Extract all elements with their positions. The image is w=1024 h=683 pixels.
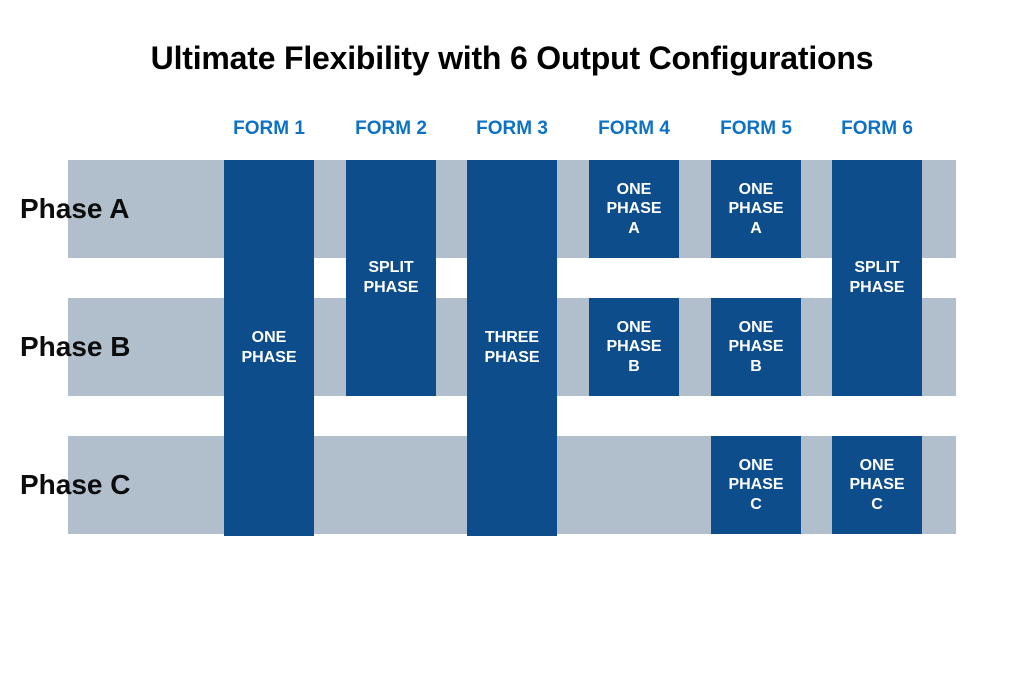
column-header-form-4: FORM 4: [598, 118, 670, 139]
form-bar: ONE PHASE: [224, 160, 314, 536]
form-bar: ONE PHASE B: [711, 298, 801, 396]
form-bar-label: ONE PHASE C: [728, 456, 784, 513]
form-bar: ONE PHASE C: [711, 436, 801, 534]
column-header-row: FORM 1 FORM 2 FORM 3 FORM 4 FORM 5 FORM 6: [224, 118, 920, 144]
form-bar-label: ONE PHASE C: [849, 456, 905, 513]
page-title: Ultimate Flexibility with 6 Output Confi…: [150, 40, 874, 76]
column-header-form-1: FORM 1: [233, 118, 305, 139]
form-bar-label: ONE PHASE B: [606, 318, 662, 375]
form-bar: SPLIT PHASE: [832, 160, 922, 396]
column-header-form-2: FORM 2: [355, 118, 427, 139]
form-bar: ONE PHASE C: [832, 436, 922, 534]
column-header-form-3: FORM 3: [476, 118, 548, 139]
form-bar-label: ONE PHASE B: [728, 318, 784, 375]
form-bar: ONE PHASE A: [711, 160, 801, 258]
column-header-form-5: FORM 5: [720, 118, 792, 139]
phase-row-label-2: Phase B: [20, 331, 131, 362]
form-bar-label: SPLIT PHASE: [849, 259, 905, 296]
form-bar: THREE PHASE: [467, 160, 557, 536]
column-header-form-6: FORM 6: [841, 118, 913, 139]
form-bar: SPLIT PHASE: [346, 160, 436, 396]
form-bar-label: ONE PHASE: [241, 329, 297, 366]
form-bar-label: ONE PHASE A: [728, 180, 784, 237]
form-bar-label: THREE PHASE: [484, 329, 540, 366]
form-bar-label: ONE PHASE A: [606, 180, 662, 237]
phase-row-label-1: Phase A: [20, 193, 130, 224]
form-bar: ONE PHASE A: [589, 160, 679, 258]
form-bar-label: SPLIT PHASE: [363, 259, 419, 296]
form-bar: ONE PHASE B: [589, 298, 679, 396]
phase-row-label-3: Phase C: [20, 469, 131, 500]
diagram-canvas: Ultimate Flexibility with 6 Output Confi…: [0, 0, 1024, 683]
